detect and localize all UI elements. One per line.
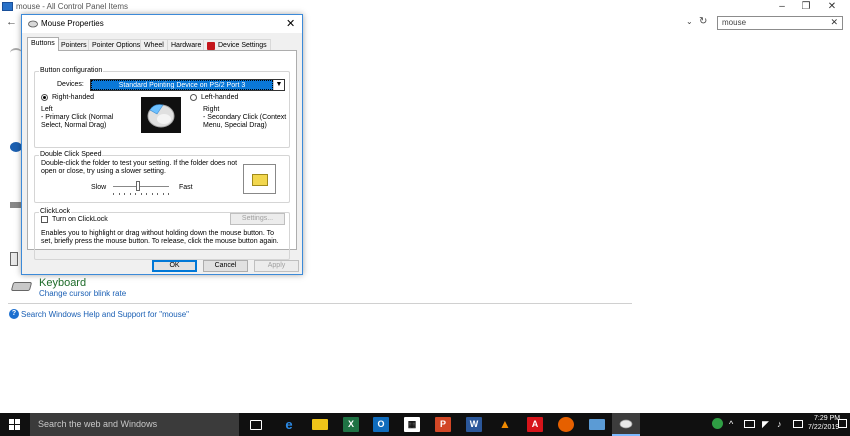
powerpoint-icon[interactable]: P [435, 417, 451, 432]
ok-button[interactable]: OK [152, 260, 197, 272]
left-handed-radio[interactable] [190, 94, 197, 101]
keyboard-tray-icon[interactable] [793, 420, 803, 428]
right-button-description: - Secondary Click (Context Menu, Special… [203, 114, 287, 129]
right-handed-radio[interactable] [41, 94, 48, 101]
search-input-value: mouse [722, 18, 747, 27]
slow-label: Slow [91, 184, 107, 191]
edge-icon[interactable]: e [281, 417, 297, 432]
volume-icon[interactable]: ♪ [777, 419, 782, 429]
folder-icon[interactable] [252, 174, 268, 186]
vlc-icon[interactable]: ▲ [497, 417, 513, 432]
control-panel-titlebar: mouse - All Control Panel Items – ❐ ✕ [0, 0, 850, 14]
slider-tick [146, 193, 147, 195]
synaptics-icon [207, 42, 215, 50]
window-title: mouse - All Control Panel Items [16, 2, 129, 11]
slider-ticks [113, 193, 169, 195]
word-icon[interactable]: W [466, 417, 482, 432]
windows-start-icon[interactable] [9, 419, 20, 430]
address-dropdown-icon[interactable]: ⌄ [686, 17, 693, 26]
slider-tick [135, 193, 136, 195]
firefox-icon[interactable] [558, 417, 574, 432]
tray-overflow-icon[interactable]: ^ [729, 419, 733, 429]
mouse-icon [28, 20, 38, 28]
back-arrow-icon[interactable]: ← [6, 16, 17, 28]
chevron-down-icon[interactable]: ▼ [273, 80, 284, 90]
mouse-illustration-icon [147, 104, 175, 128]
clicklock-checkbox-label[interactable]: Turn on ClickLock [52, 216, 108, 224]
divider [8, 303, 632, 304]
slider-tick [130, 193, 131, 195]
file-explorer-icon[interactable] [312, 419, 328, 430]
help-icon: ? [9, 309, 19, 319]
refresh-icon[interactable]: ↻ [699, 16, 711, 28]
tab-device-settings-label: Device Settings [218, 42, 267, 49]
remote-desktop-icon[interactable] [589, 419, 605, 430]
clear-search-icon[interactable]: ✕ [830, 17, 838, 28]
maximize-button[interactable]: ❐ [794, 0, 818, 14]
double-click-description: Double-click the folder to test your set… [41, 160, 238, 175]
slider-tick [152, 193, 153, 195]
acrobat-icon[interactable]: A [527, 417, 543, 432]
left-button-description: - Primary Click (Normal Select, Normal D… [41, 114, 114, 129]
slider-tick [113, 193, 114, 195]
search-input[interactable]: mouse ✕ [717, 16, 843, 30]
tray-app-icon[interactable] [712, 418, 723, 429]
minimize-button[interactable]: – [770, 0, 794, 14]
task-view-icon[interactable] [250, 420, 262, 430]
dialog-titlebar[interactable]: Mouse Properties ✕ [22, 15, 302, 33]
store-icon[interactable]: ▦ [404, 417, 420, 432]
clicklock-checkbox[interactable] [41, 216, 48, 223]
battery-icon[interactable] [744, 420, 755, 428]
slider-thumb[interactable] [136, 181, 140, 191]
cancel-button[interactable]: Cancel [203, 260, 248, 272]
keyboard-icon [10, 282, 33, 291]
devices-select-value: Standard Pointing Device on PS/2 Port 3 [91, 80, 273, 90]
mouse-properties-dialog: Mouse Properties ✕ Buttons Pointers Poin… [21, 14, 303, 275]
taskbar: Search the web and Windows e X O ▦ P W ▲… [0, 413, 850, 436]
buttons-tab-panel: Button configuration Devices: Standard P… [27, 50, 297, 260]
wifi-icon[interactable]: ◤ [762, 419, 769, 430]
outlook-icon[interactable]: O [373, 417, 389, 432]
mouse-properties-taskbar-button[interactable] [612, 413, 640, 436]
keyboard-item-title[interactable]: Keyboard [39, 277, 86, 289]
control-panel-icon [2, 2, 13, 11]
left-handed-label[interactable]: Left-handed [201, 94, 238, 102]
right-handed-label[interactable]: Right-handed [52, 94, 94, 102]
slider-tick [157, 193, 158, 195]
group-title: ClickLock [39, 208, 71, 215]
keyboard-item-link[interactable]: Change cursor blink rate [39, 289, 126, 298]
excel-icon[interactable]: X [343, 417, 359, 432]
slider-tick [124, 193, 125, 195]
clock-time[interactable]: 7:29 PM [814, 415, 840, 422]
slider-tick [119, 193, 120, 195]
test-folder-area[interactable] [243, 164, 276, 194]
fast-label: Fast [179, 184, 193, 191]
devices-label: Devices: [57, 81, 84, 88]
group-title: Button configuration [39, 67, 104, 74]
taskbar-search-placeholder: Search the web and Windows [38, 419, 158, 429]
slider-track [113, 186, 169, 187]
double-click-speed-slider[interactable] [113, 180, 169, 196]
tab-buttons[interactable]: Buttons [27, 37, 59, 51]
slider-tick [141, 193, 142, 195]
apply-button[interactable]: Apply [254, 260, 299, 272]
slider-tick [163, 193, 164, 195]
mouse-icon [619, 419, 633, 429]
clicklock-description: Enables you to highlight or drag without… [41, 230, 279, 245]
help-search-link[interactable]: Search Windows Help and Support for "mou… [21, 310, 189, 319]
slider-tick [168, 193, 169, 195]
dialog-close-button[interactable]: ✕ [286, 17, 295, 30]
clicklock-settings-button[interactable]: Settings... [230, 213, 285, 225]
mouse-illustration [141, 97, 181, 133]
notification-icon[interactable] [838, 419, 847, 428]
clock-date[interactable]: 7/22/2019 [808, 424, 839, 431]
right-button-heading: Right [203, 106, 220, 113]
left-button-heading: Left [41, 106, 53, 113]
close-window-button[interactable]: ✕ [820, 0, 844, 14]
group-title: Double Click Speed [39, 151, 103, 158]
dialog-title: Mouse Properties [41, 19, 104, 28]
devices-select[interactable]: Standard Pointing Device on PS/2 Port 3 … [90, 79, 285, 91]
taskbar-search-box[interactable]: Search the web and Windows [30, 413, 239, 436]
phone-item-icon [10, 252, 18, 266]
